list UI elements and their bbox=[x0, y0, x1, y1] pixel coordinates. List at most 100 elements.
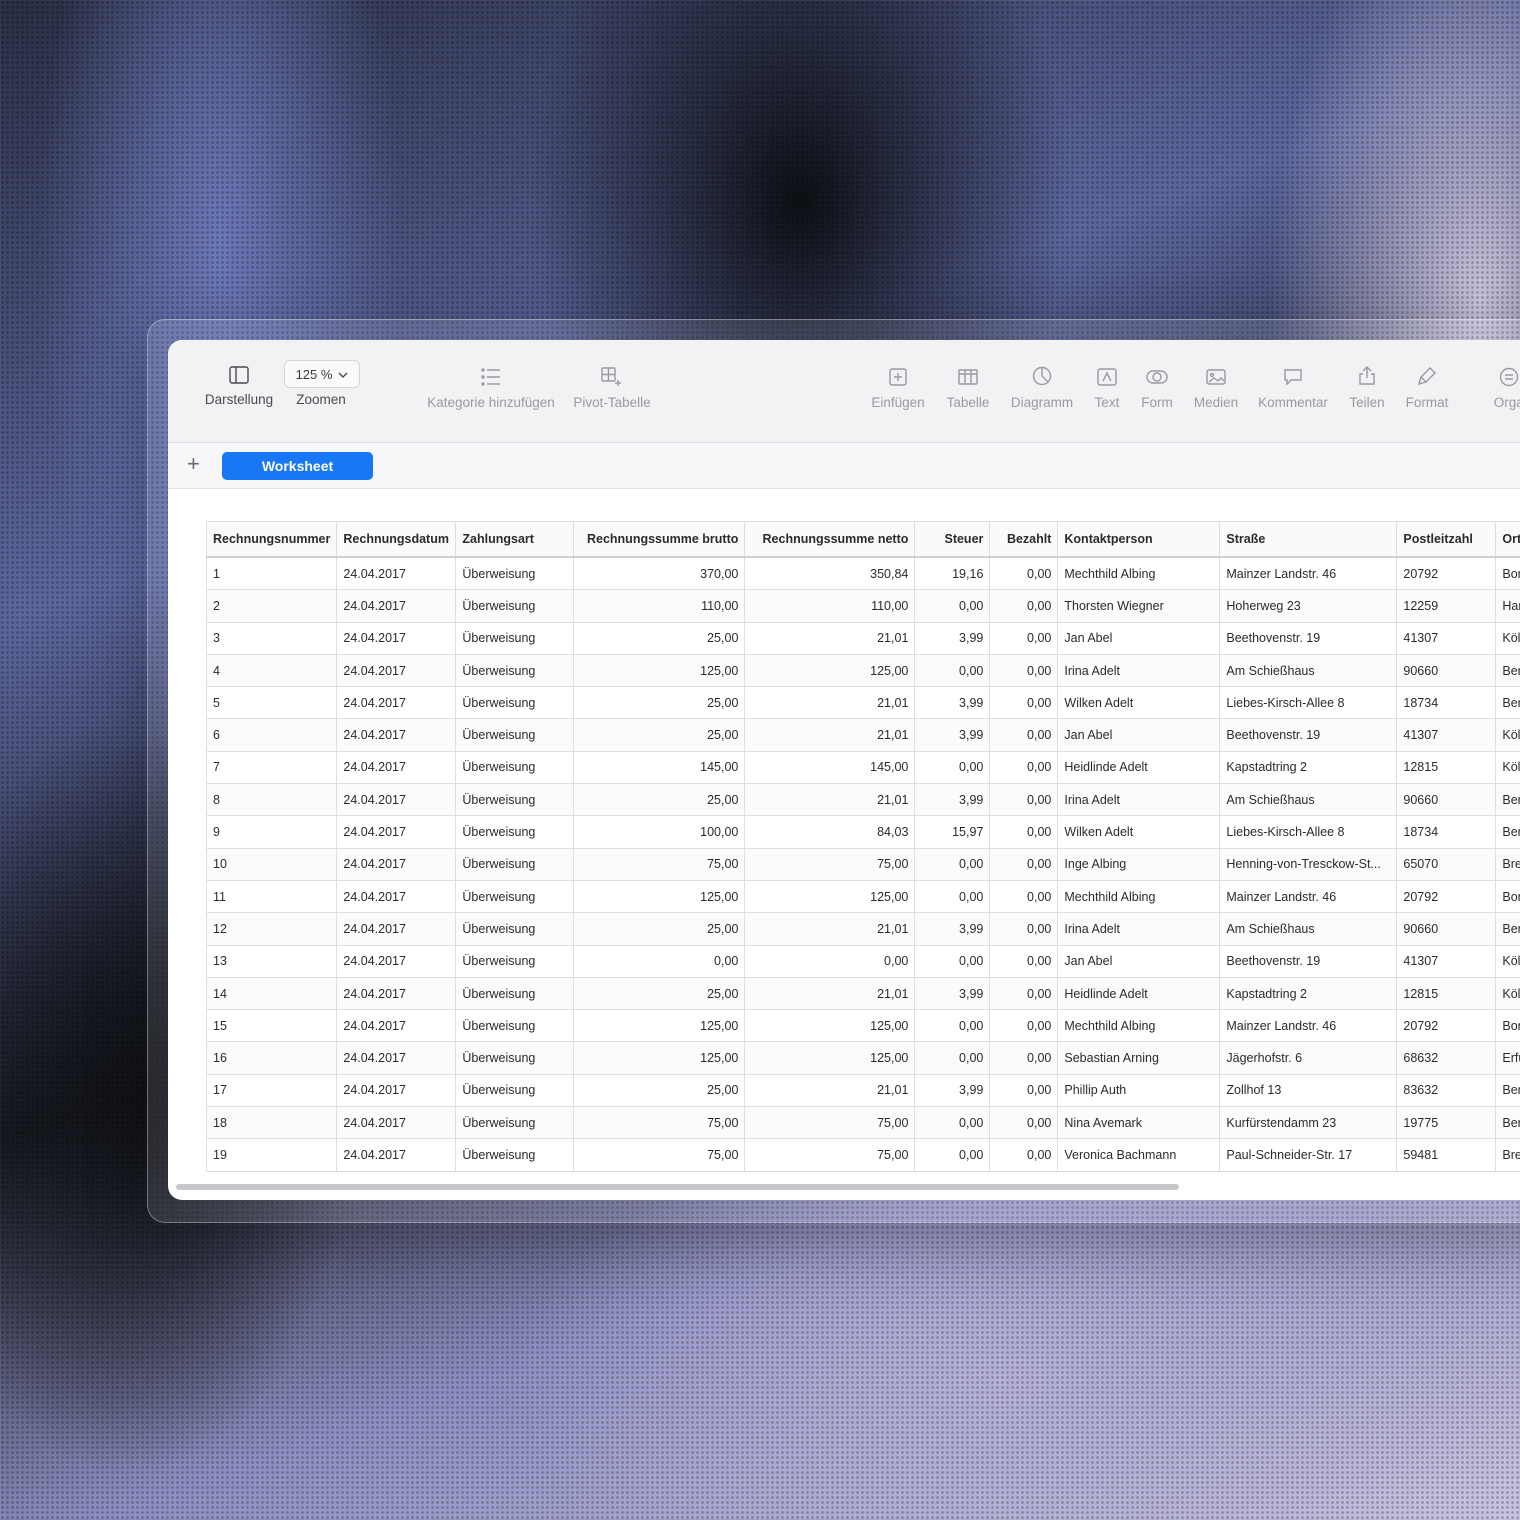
table-cell[interactable]: 24.04.2017 bbox=[336, 815, 457, 849]
table-cell[interactable]: 7 bbox=[205, 750, 338, 785]
table-cell[interactable]: 125,00 bbox=[744, 1041, 916, 1075]
table-cell[interactable]: Ber bbox=[1495, 912, 1520, 946]
table-cell[interactable]: 20792 bbox=[1396, 556, 1497, 591]
table-cell[interactable]: Überweisung bbox=[455, 1073, 575, 1108]
table-cell[interactable]: Bre bbox=[1495, 847, 1520, 881]
column-header[interactable]: Bezahlt bbox=[989, 521, 1059, 558]
table-cell[interactable]: Har bbox=[1495, 589, 1520, 623]
table-cell[interactable]: Köln bbox=[1495, 718, 1520, 752]
table-cell[interactable]: 12815 bbox=[1396, 976, 1497, 1011]
table-cell[interactable]: 24.04.2017 bbox=[336, 1041, 457, 1075]
table-cell[interactable]: 21,01 bbox=[744, 783, 916, 817]
table-cell[interactable]: 24.04.2017 bbox=[336, 589, 457, 623]
table-cell[interactable]: 125,00 bbox=[573, 1009, 746, 1043]
table-cell[interactable]: Jan Abel bbox=[1057, 718, 1221, 752]
table-cell[interactable]: 3,99 bbox=[914, 783, 991, 817]
table-cell[interactable]: 90660 bbox=[1396, 912, 1497, 946]
table-cell[interactable]: 6 bbox=[205, 718, 338, 752]
table-cell[interactable]: Köln bbox=[1495, 944, 1520, 978]
table-cell[interactable]: Mainzer Landstr. 46 bbox=[1219, 556, 1398, 591]
table-cell[interactable]: 0,00 bbox=[989, 750, 1059, 785]
column-header[interactable]: Straße bbox=[1219, 521, 1398, 558]
table-cell[interactable]: Überweisung bbox=[455, 686, 575, 720]
table-cell[interactable]: 75,00 bbox=[744, 1106, 916, 1140]
pivot-button[interactable]: Pivot-Tabelle bbox=[572, 340, 652, 442]
table-cell[interactable]: Irina Adelt bbox=[1057, 912, 1221, 946]
table-cell[interactable]: 75,00 bbox=[573, 1138, 746, 1172]
table-cell[interactable]: 65070 bbox=[1396, 847, 1497, 881]
table-cell[interactable]: Überweisung bbox=[455, 621, 575, 655]
table-cell[interactable]: 84,03 bbox=[744, 815, 916, 849]
table-cell[interactable]: Bon bbox=[1495, 879, 1520, 914]
table-cell[interactable]: Überweisung bbox=[455, 1106, 575, 1140]
table-cell[interactable]: 0,00 bbox=[914, 944, 991, 978]
table-cell[interactable]: 0,00 bbox=[989, 686, 1059, 720]
table-cell[interactable]: 24.04.2017 bbox=[336, 847, 457, 881]
table-cell[interactable]: 125,00 bbox=[744, 1009, 916, 1043]
table-cell[interactable]: 25,00 bbox=[573, 783, 746, 817]
table-cell[interactable]: Überweisung bbox=[455, 815, 575, 849]
table-cell[interactable]: Am Schießhaus bbox=[1219, 783, 1398, 817]
table-cell[interactable]: Paul-Schneider-Str. 17 bbox=[1219, 1138, 1398, 1172]
table-cell[interactable]: 41307 bbox=[1396, 944, 1497, 978]
table-cell[interactable]: 3,99 bbox=[914, 686, 991, 720]
table-cell[interactable]: 68632 bbox=[1396, 1041, 1497, 1075]
table-cell[interactable]: 18734 bbox=[1396, 815, 1497, 849]
table-cell[interactable]: Ber bbox=[1495, 783, 1520, 817]
table-cell[interactable]: Überweisung bbox=[455, 847, 575, 881]
table-cell[interactable]: Wilken Adelt bbox=[1057, 815, 1221, 849]
table-cell[interactable]: 3,99 bbox=[914, 621, 991, 655]
table-cell[interactable]: 16 bbox=[205, 1041, 338, 1075]
table-cell[interactable]: 0,00 bbox=[989, 621, 1059, 655]
table-cell[interactable]: 9 bbox=[205, 815, 338, 849]
table-cell[interactable]: Überweisung bbox=[455, 718, 575, 752]
table-cell[interactable]: Kapstadtring 2 bbox=[1219, 750, 1398, 785]
table-cell[interactable]: 17 bbox=[205, 1073, 338, 1108]
table-cell[interactable]: 19,16 bbox=[914, 556, 991, 591]
table-cell[interactable]: 25,00 bbox=[573, 621, 746, 655]
table-cell[interactable]: 19 bbox=[205, 1138, 338, 1172]
table-cell[interactable]: 0,00 bbox=[914, 589, 991, 623]
table-cell[interactable]: Überweisung bbox=[455, 944, 575, 978]
table-cell[interactable]: Liebes-Kirsch-Allee 8 bbox=[1219, 686, 1398, 720]
table-cell[interactable]: 0,00 bbox=[914, 1009, 991, 1043]
table-cell[interactable]: 110,00 bbox=[573, 589, 746, 623]
table-cell[interactable]: 24.04.2017 bbox=[336, 1138, 457, 1172]
table-cell[interactable]: 24.04.2017 bbox=[336, 556, 457, 591]
table-cell[interactable]: Beethovenstr. 19 bbox=[1219, 718, 1398, 752]
table-cell[interactable]: 18734 bbox=[1396, 686, 1497, 720]
table-cell[interactable]: 24.04.2017 bbox=[336, 653, 457, 688]
table-cell[interactable]: 21,01 bbox=[744, 1073, 916, 1108]
table-cell[interactable]: 0,00 bbox=[989, 718, 1059, 752]
table-cell[interactable]: 0,00 bbox=[914, 750, 991, 785]
table-cell[interactable]: 24.04.2017 bbox=[336, 783, 457, 817]
table-cell[interactable]: 145,00 bbox=[744, 750, 916, 785]
table-cell[interactable]: Jan Abel bbox=[1057, 621, 1221, 655]
table-cell[interactable]: Bre bbox=[1495, 1138, 1520, 1172]
table-cell[interactable]: Beethovenstr. 19 bbox=[1219, 621, 1398, 655]
column-header[interactable]: Kontaktperson bbox=[1057, 521, 1221, 558]
table-cell[interactable]: 0,00 bbox=[744, 944, 916, 978]
table-cell[interactable]: 11 bbox=[205, 879, 338, 914]
table-cell[interactable]: 0,00 bbox=[989, 976, 1059, 1011]
table-cell[interactable]: Überweisung bbox=[455, 783, 575, 817]
table-cell[interactable]: 0,00 bbox=[914, 1138, 991, 1172]
table-cell[interactable]: 0,00 bbox=[989, 944, 1059, 978]
table-cell[interactable]: Ber bbox=[1495, 1073, 1520, 1108]
table-cell[interactable]: 3 bbox=[205, 621, 338, 655]
organisieren-button[interactable]: Organisi bbox=[1470, 340, 1520, 442]
table-cell[interactable]: 0,00 bbox=[914, 1106, 991, 1140]
table-cell[interactable]: 3,99 bbox=[914, 1073, 991, 1108]
table-cell[interactable]: Sebastian Arning bbox=[1057, 1041, 1221, 1075]
table-cell[interactable]: Überweisung bbox=[455, 1009, 575, 1043]
table-cell[interactable]: 12815 bbox=[1396, 750, 1497, 785]
form-button[interactable]: Form bbox=[1136, 340, 1178, 442]
table-cell[interactable]: 75,00 bbox=[573, 847, 746, 881]
column-header[interactable]: Steuer bbox=[914, 521, 991, 558]
table-cell[interactable]: 5 bbox=[205, 686, 338, 720]
table-cell[interactable]: Hoherweg 23 bbox=[1219, 589, 1398, 623]
table-cell[interactable]: Beethovenstr. 19 bbox=[1219, 944, 1398, 978]
table-cell[interactable]: 125,00 bbox=[573, 1041, 746, 1075]
table-cell[interactable]: Heidlinde Adelt bbox=[1057, 750, 1221, 785]
table-cell[interactable]: 25,00 bbox=[573, 686, 746, 720]
